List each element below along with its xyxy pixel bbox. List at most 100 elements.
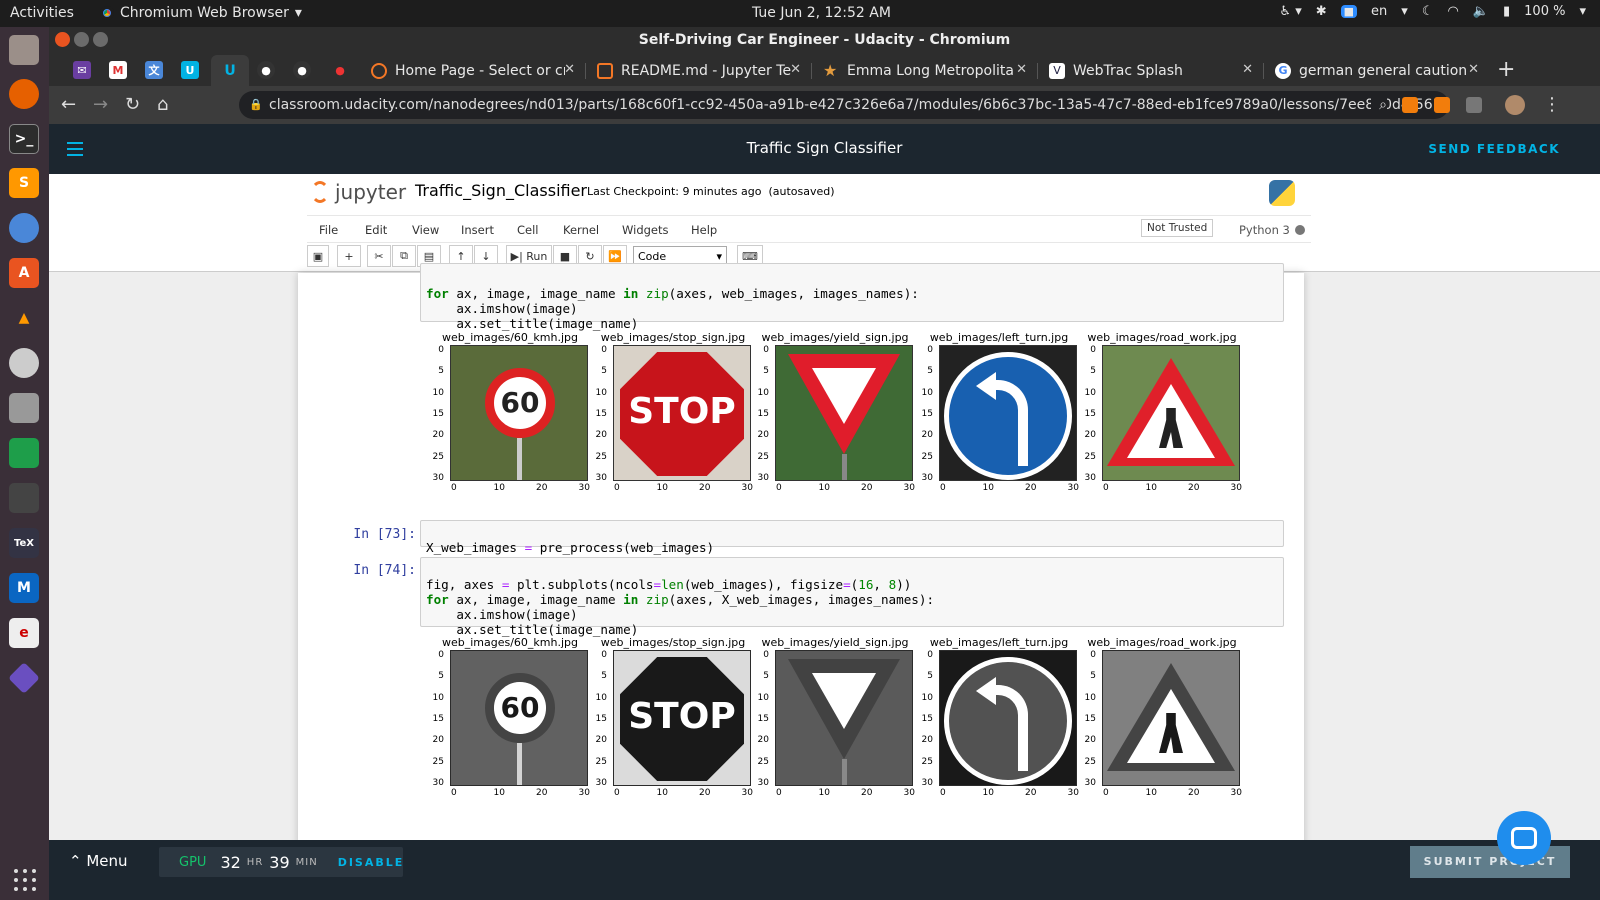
activities-button[interactable]: Activities: [10, 5, 74, 21]
tab-readme[interactable]: README.md - Jupyter Te ✕: [589, 55, 809, 86]
zoom-icon[interactable]: ■: [1340, 5, 1358, 18]
sublime-icon[interactable]: S: [9, 168, 39, 198]
left-turn-sign-gray-image: [939, 650, 1077, 786]
y-tick-label: 5: [438, 671, 444, 682]
y-tick-label: 25: [595, 451, 607, 462]
files-icon[interactable]: [9, 35, 39, 65]
pinned-tab-translate[interactable]: 文: [145, 61, 163, 79]
x-tick-label: 0: [614, 483, 620, 493]
workspace-footer: ⌃ Menu GPU 32 HR 39 MIN DISABLE SUBMIT P…: [49, 840, 1600, 900]
notebook-name[interactable]: Traffic_Sign_Classifier: [415, 181, 587, 200]
firefox-icon[interactable]: [9, 79, 39, 109]
system-tray[interactable]: ♿ ▾ ✱ ■ en ▾ ☾ ◠ 🔈 ▮ 100 % ▾: [1279, 4, 1586, 19]
code-cell-input[interactable]: fig, axes = plt.subplots(ncols=len(web_i…: [420, 557, 1284, 637]
maximize-window-button[interactable]: [93, 32, 108, 47]
pinned-tab-github[interactable]: ●: [257, 61, 275, 79]
menu-kernel[interactable]: Kernel: [563, 223, 599, 237]
y-tick-label: 10: [432, 387, 444, 398]
volume-icon: 🔈: [1472, 4, 1489, 19]
code-line: ax.set_title(image_name): [426, 316, 639, 331]
subplot: web_images/yield_sign.jpg 0 5 10 15 20 25 30 0 1…: [747, 636, 915, 811]
y-tick-label: 25: [1084, 451, 1096, 462]
cut-icon[interactable]: ✂: [367, 245, 391, 267]
tab-google-search[interactable]: G german general caution ✕: [1267, 55, 1487, 86]
chat-support-button[interactable]: [1497, 811, 1551, 865]
mendeley-icon[interactable]: M: [9, 573, 39, 603]
code-cell-input[interactable]: for ax, image, image_name in zip(axes, w…: [420, 263, 1284, 331]
tab-emma-long[interactable]: ★ Emma Long Metropolita ✕: [815, 55, 1035, 86]
x-tick-label: 0: [1103, 483, 1109, 493]
menu-help[interactable]: Help: [691, 223, 717, 237]
document-viewer-icon[interactable]: e: [9, 618, 39, 648]
back-icon[interactable]: ←: [61, 94, 76, 115]
save-icon[interactable]: ▣: [307, 245, 329, 267]
y-tick-label: 10: [757, 692, 769, 703]
code-cell-input[interactable]: X_web_images = pre_process(web_images): [420, 520, 1284, 555]
pinned-tab-github-2[interactable]: ●: [293, 61, 311, 79]
extension-icon[interactable]: [1434, 97, 1450, 113]
close-tab-icon[interactable]: ✕: [1468, 62, 1479, 77]
pinned-tab-udacity[interactable]: U: [181, 61, 199, 79]
extension-icon[interactable]: [1402, 97, 1418, 113]
y-tick-label: 5: [763, 366, 769, 377]
spreadsheet-icon[interactable]: [9, 438, 39, 468]
subplot: web_images/60_kmh.jpg 60 0 5 10 15 20 25 30 0 10…: [422, 331, 590, 506]
y-tick-label: 30: [595, 777, 607, 788]
not-trusted-button[interactable]: Not Trusted: [1141, 219, 1214, 237]
jupyter-logo[interactable]: jupyter: [311, 180, 406, 204]
pinned-tab-gmail[interactable]: M: [109, 61, 127, 79]
close-tab-icon[interactable]: ✕: [790, 62, 801, 77]
chromium-icon[interactable]: [9, 213, 39, 243]
menu-insert[interactable]: Insert: [461, 223, 494, 237]
bluetooth-icon[interactable]: ✱: [1316, 4, 1327, 19]
software-center-icon[interactable]: A: [9, 258, 39, 288]
reload-icon[interactable]: ↻: [125, 94, 140, 115]
disable-gpu-button[interactable]: DISABLE: [338, 856, 405, 869]
forward-icon[interactable]: →: [93, 94, 108, 115]
close-tab-icon[interactable]: ✕: [564, 62, 575, 77]
close-tab-icon[interactable]: ✕: [1242, 62, 1253, 77]
copy-icon[interactable]: ⧉: [392, 245, 416, 267]
minimize-window-button[interactable]: [74, 32, 89, 47]
language-indicator[interactable]: en: [1371, 4, 1387, 19]
vlc-icon[interactable]: ▲: [9, 303, 39, 333]
pinned-tab-record[interactable]: ●: [331, 61, 349, 79]
add-cell-icon[interactable]: +: [337, 245, 361, 267]
subplot: web_images/stop_sign.jpg STOP 0 5 10 15 20 25…: [585, 636, 753, 811]
app-menu[interactable]: Chromium Web Browser ▾: [100, 5, 302, 21]
close-tab-icon[interactable]: ✕: [1016, 62, 1027, 77]
tex-icon[interactable]: TeX: [9, 528, 39, 558]
app-diamond-icon[interactable]: [8, 662, 40, 694]
profile-avatar[interactable]: [1505, 95, 1525, 115]
tiles-icon[interactable]: [9, 483, 39, 513]
pinned-tab-mail[interactable]: ✉: [73, 61, 91, 79]
close-window-button[interactable]: [55, 32, 70, 47]
address-bar[interactable]: 🔒 classroom.udacity.com/nanodegrees/nd01…: [239, 91, 1449, 119]
terminal-icon[interactable]: >_: [9, 124, 39, 154]
settings-icon[interactable]: [9, 348, 39, 378]
tab-webtrac[interactable]: V WebTrac Splash ✕: [1041, 55, 1261, 86]
home-icon[interactable]: ⌂: [157, 94, 168, 115]
menu-dots-icon[interactable]: ⋮: [1543, 94, 1561, 115]
x-tick-label: 20: [1188, 788, 1200, 798]
y-tick-label: 15: [595, 408, 607, 419]
show-applications-icon[interactable]: [14, 869, 36, 891]
subplot: web_images/road_work.jpg 0 5 10 15 20 25 30 0 10…: [1074, 331, 1242, 506]
send-feedback-button[interactable]: SEND FEEDBACK: [1428, 142, 1560, 156]
menu-view[interactable]: View: [412, 223, 439, 237]
extension-icon[interactable]: [1466, 97, 1482, 113]
workspace-menu-button[interactable]: ⌃ Menu: [69, 852, 128, 870]
menu-edit[interactable]: Edit: [365, 223, 387, 237]
y-tick-label: 25: [1084, 756, 1096, 767]
clock[interactable]: Tue Jun 2, 12:52 AM: [752, 5, 891, 21]
pinned-tab-udacity-active[interactable]: U: [211, 55, 249, 86]
accessibility-icon[interactable]: ♿ ▾: [1279, 4, 1301, 19]
menu-file[interactable]: File: [319, 223, 338, 237]
x-tick-label: 10: [656, 483, 668, 493]
screenshot-icon[interactable]: [9, 393, 39, 423]
zoom-search-icon[interactable]: ⌕: [1371, 91, 1387, 119]
tab-home-page[interactable]: Home Page - Select or cr ✕: [363, 55, 583, 86]
new-tab-button[interactable]: +: [1497, 57, 1515, 82]
menu-cell[interactable]: Cell: [517, 223, 539, 237]
menu-widgets[interactable]: Widgets: [622, 223, 669, 237]
